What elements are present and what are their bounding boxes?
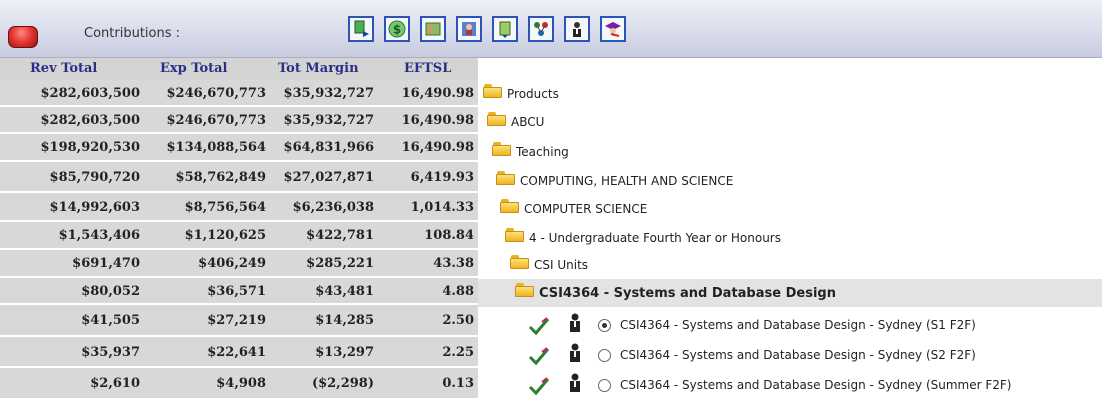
folder-icon[interactable]	[500, 199, 520, 213]
tot-margin-cell: $43,481	[315, 284, 374, 299]
offering-label[interactable]: CSI4364 - Systems and Database Design - …	[620, 348, 976, 362]
tree-node-label[interactable]: ABCU	[511, 115, 544, 129]
exp-total-cell: $22,641	[207, 345, 266, 360]
table-row[interactable]: $1,543,406 $1,120,625 $422,781 108.84	[0, 222, 478, 250]
exp-total-cell: $36,571	[207, 284, 266, 299]
dollar-icon[interactable]: $	[384, 16, 410, 42]
table-row[interactable]: $282,603,500 $246,670,773 $35,932,727 16,49…	[0, 80, 478, 107]
checkmark-icon[interactable]	[528, 316, 550, 336]
rev-total-cell: $14,992,603	[49, 200, 140, 215]
offering-radio[interactable]	[598, 349, 611, 362]
exp-total-cell: $58,762,849	[175, 170, 266, 185]
exp-total-cell: $27,219	[207, 313, 266, 328]
tot-margin-cell: $14,285	[315, 313, 374, 328]
table-row[interactable]: $2,610 $4,908 ($2,298) 0.13	[0, 368, 478, 400]
tree-node-label[interactable]: CSI Units	[534, 258, 588, 272]
eftsl-cell: 16,490.98	[401, 140, 474, 155]
exp-total-cell: $406,249	[198, 256, 266, 271]
table-row[interactable]: $691,470 $406,249 $285,221 43.38	[0, 250, 478, 278]
eftsl-cell: 43.38	[433, 256, 474, 271]
tot-margin-cell: $35,932,727	[283, 86, 374, 101]
eftsl-cell: 2.25	[442, 345, 474, 360]
eftsl-cell: 4.88	[442, 284, 474, 299]
exp-total-cell: $246,670,773	[166, 113, 266, 128]
eftsl-cell: 0.13	[442, 376, 474, 391]
tot-margin-cell: $285,221	[306, 256, 374, 271]
offering-label[interactable]: CSI4364 - Systems and Database Design - …	[620, 378, 1011, 392]
rev-total-cell: $41,505	[81, 313, 140, 328]
tot-margin-cell: $35,932,727	[283, 113, 374, 128]
tot-margin-cell: $64,831,966	[283, 140, 374, 155]
column-header-eftsl: EFTSL	[404, 61, 452, 76]
folder-icon[interactable]	[496, 171, 516, 185]
svg-text:$: $	[393, 23, 401, 37]
folder-icon[interactable]	[487, 112, 507, 126]
rev-total-cell: $2,610	[90, 376, 140, 391]
staff-icon[interactable]	[568, 313, 582, 333]
tot-margin-cell: $27,027,871	[283, 170, 374, 185]
table-row[interactable]: $41,505 $27,219 $14,285 2.50	[0, 305, 478, 337]
rev-total-cell: $85,790,720	[49, 170, 140, 185]
close-button[interactable]	[8, 26, 38, 48]
rev-total-cell: $198,920,530	[40, 140, 140, 155]
column-header-tot-margin: Tot Margin	[278, 61, 359, 76]
tree-node-label[interactable]: CSI4364 - Systems and Database Design	[539, 286, 836, 301]
tree-node-label[interactable]: Products	[507, 87, 559, 101]
tree-node-label[interactable]: COMPUTER SCIENCE	[524, 202, 647, 216]
contributions-label: Contributions :	[84, 26, 181, 41]
eftsl-cell: 16,490.98	[401, 86, 474, 101]
folder-icon[interactable]	[492, 142, 512, 156]
eftsl-cell: 6,419.93	[410, 170, 474, 185]
checkmark-icon[interactable]	[528, 346, 550, 366]
table-row[interactable]: $14,992,603 $8,756,564 $6,236,038 1,014.33	[0, 193, 478, 222]
rev-total-cell: $1,543,406	[58, 228, 140, 243]
folder-icon[interactable]	[505, 228, 525, 242]
offering-radio[interactable]	[598, 319, 611, 332]
exp-total-cell: $134,088,564	[166, 140, 266, 155]
folder-icon[interactable]	[483, 84, 503, 98]
eftsl-cell: 16,490.98	[401, 113, 474, 128]
rev-total-cell: $35,937	[81, 345, 140, 360]
folder-icon[interactable]	[510, 255, 530, 269]
table-row[interactable]: $282,603,500 $246,670,773 $35,932,727 16,49…	[0, 107, 478, 134]
exp-total-cell: $246,670,773	[166, 86, 266, 101]
checkmark-icon[interactable]	[528, 376, 550, 396]
rev-total-cell: $691,470	[72, 256, 140, 271]
rev-total-cell: $282,603,500	[40, 86, 140, 101]
toolbar: Contributions : $	[0, 0, 1102, 58]
table-row[interactable]: $198,920,530 $134,088,564 $64,831,966 16,49…	[0, 134, 478, 162]
tot-margin-cell: $6,236,038	[292, 200, 374, 215]
column-header-exp-total: Exp Total	[160, 61, 228, 76]
exp-total-cell: $1,120,625	[184, 228, 266, 243]
person-tile-icon[interactable]	[456, 16, 482, 42]
rev-total-cell: $282,603,500	[40, 113, 140, 128]
tot-margin-cell: $422,781	[306, 228, 374, 243]
offering-label[interactable]: CSI4364 - Systems and Database Design - …	[620, 318, 976, 332]
column-header-rev-total: Rev Total	[30, 61, 98, 76]
staff-icon[interactable]	[568, 373, 582, 393]
eftsl-cell: 108.84	[424, 228, 474, 243]
staff-icon[interactable]	[564, 16, 590, 42]
tree-node-label[interactable]: Teaching	[516, 145, 569, 159]
book-icon[interactable]	[420, 16, 446, 42]
refresh-icon[interactable]	[492, 16, 518, 42]
exp-total-cell: $4,908	[216, 376, 266, 391]
tree-node-label[interactable]: COMPUTING, HEALTH AND SCIENCE	[520, 174, 733, 188]
export-icon[interactable]	[348, 16, 374, 42]
tot-margin-cell: ($2,298)	[311, 376, 374, 391]
tree-node-label[interactable]: 4 - Undergraduate Fourth Year or Honours	[529, 231, 781, 245]
staff-icon[interactable]	[568, 343, 582, 363]
network-icon[interactable]	[528, 16, 554, 42]
offering-radio[interactable]	[598, 379, 611, 392]
rev-total-cell: $80,052	[81, 284, 140, 299]
exp-total-cell: $8,756,564	[184, 200, 266, 215]
table-row[interactable]: $85,790,720 $58,762,849 $27,027,871 6,419.9…	[0, 162, 478, 193]
table-row[interactable]: $35,937 $22,641 $13,297 2.25	[0, 337, 478, 368]
eftsl-cell: 2.50	[442, 313, 474, 328]
eftsl-cell: 1,014.33	[410, 200, 474, 215]
tot-margin-cell: $13,297	[315, 345, 374, 360]
graduate-icon[interactable]	[600, 16, 626, 42]
table-row[interactable]: $80,052 $36,571 $43,481 4.88	[0, 278, 478, 305]
folder-icon[interactable]	[515, 283, 535, 297]
